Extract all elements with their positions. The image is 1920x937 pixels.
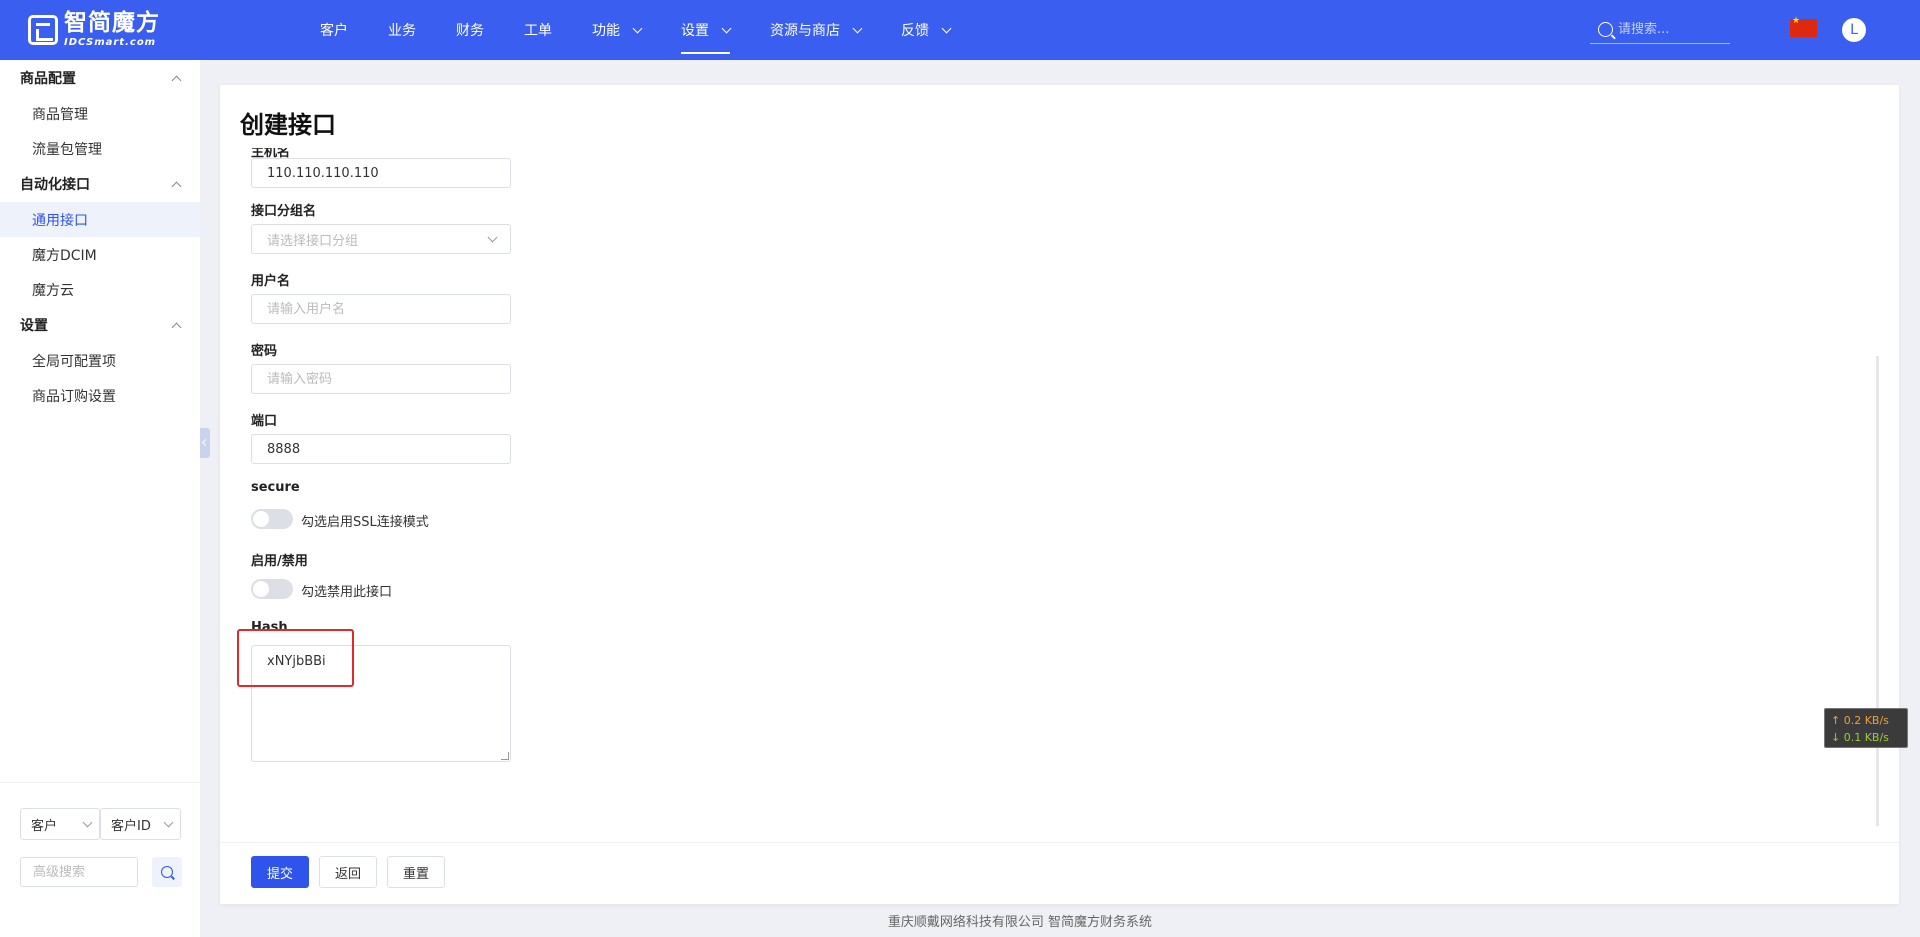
host-input[interactable]	[251, 158, 511, 188]
sidebar-item-label: 商品管理	[32, 106, 88, 123]
chevron-up-icon	[171, 322, 182, 332]
nav-label: 功能	[592, 23, 620, 39]
advanced-search-input[interactable]	[20, 857, 138, 887]
back-button[interactable]: 返回	[319, 856, 377, 888]
form-footer	[220, 842, 1899, 904]
nav-item-business[interactable]: 业务	[368, 0, 436, 60]
chevron-down-icon	[941, 23, 952, 33]
group-select[interactable]: 请选择接口分组	[251, 224, 511, 254]
sidebar: 商品配置 商品管理 流量包管理 自动化接口 通用接口 魔方DCIM 魔方云 设置…	[0, 60, 200, 937]
nav-label: 反馈	[901, 23, 929, 39]
page-title: 创建接口	[240, 111, 336, 139]
upload-speed: ↑ 0.2 KB/s	[1831, 714, 1889, 727]
china-flag-icon[interactable]	[1790, 16, 1817, 37]
search-icon	[161, 866, 173, 878]
network-speed-widget: ↑ 0.2 KB/s ↓ 0.1 KB/s	[1824, 708, 1908, 748]
enable-label: 启用/禁用	[251, 554, 308, 569]
logo-title: 智简魔方	[64, 10, 160, 36]
nav-label: 客户	[320, 23, 348, 39]
sidebar-item-global-config[interactable]: 全局可配置项	[0, 343, 200, 378]
sidebar-collapse-handle[interactable]	[200, 428, 210, 458]
nav-label: 工单	[524, 23, 552, 39]
chevron-down-icon	[163, 817, 174, 828]
chevron-up-icon	[171, 75, 182, 85]
enable-toggle[interactable]	[251, 579, 293, 599]
advanced-search-button[interactable]	[152, 857, 182, 887]
sidebar-item-traffic-package[interactable]: 流量包管理	[0, 131, 200, 166]
port-input[interactable]	[251, 434, 511, 464]
chevron-down-icon	[632, 23, 643, 33]
logo-icon	[28, 15, 58, 45]
form-area: 主机名 接口分组名 请选择接口分组 用户名 密码 端口 secure 勾选启用S…	[220, 148, 1899, 828]
sidebar-group-settings[interactable]: 设置	[0, 307, 200, 343]
sidebar-group-title: 设置	[20, 318, 48, 334]
sidebar-item-dcim[interactable]: 魔方DCIM	[0, 237, 200, 272]
sidebar-item-cloud[interactable]: 魔方云	[0, 272, 200, 307]
top-bar: 智简魔方 IDCSmart.com 客户 业务 财务 工单 功能 设置 资源与商…	[0, 0, 1920, 60]
main-nav: 客户 业务 财务 工单 功能 设置 资源与商店 反馈	[300, 0, 970, 60]
search-icon[interactable]	[1598, 22, 1613, 37]
filter-type-select[interactable]: 客户	[20, 808, 100, 840]
nav-item-features[interactable]: 功能	[572, 0, 661, 60]
nav-label: 设置	[681, 23, 709, 39]
filter-field-select[interactable]: 客户ID	[100, 808, 181, 840]
reset-button[interactable]: 重置	[387, 856, 445, 888]
sidebar-group-product-config[interactable]: 商品配置	[0, 60, 200, 96]
sidebar-item-label: 魔方云	[32, 282, 74, 299]
secure-toggle-text: 勾选启用SSL连接模式	[301, 515, 429, 530]
nav-item-finance[interactable]: 财务	[436, 0, 504, 60]
chevron-down-icon	[82, 817, 93, 828]
nav-item-feedback[interactable]: 反馈	[881, 0, 970, 60]
header-search-input[interactable]	[1618, 22, 1728, 37]
hash-highlight-box	[237, 629, 354, 687]
sidebar-item-order-settings[interactable]: 商品订购设置	[0, 378, 200, 413]
group-select-placeholder: 请选择接口分组	[267, 233, 359, 249]
nav-label: 资源与商店	[770, 23, 840, 39]
sidebar-item-label: 魔方DCIM	[32, 247, 97, 264]
avatar[interactable]: L	[1842, 18, 1866, 42]
logo[interactable]: 智简魔方 IDCSmart.com	[28, 12, 160, 48]
sidebar-divider	[0, 782, 200, 783]
chevron-down-icon	[721, 23, 732, 33]
nav-label: 财务	[456, 23, 484, 39]
footer-copyright: 重庆顺戴网络科技有限公司 智简魔方财务系统	[887, 915, 1153, 930]
filter-field-value: 客户ID	[111, 818, 151, 834]
enable-toggle-text: 勾选禁用此接口	[301, 585, 393, 600]
secure-toggle[interactable]	[251, 509, 293, 529]
sidebar-group-title: 自动化接口	[20, 177, 90, 193]
password-input[interactable]	[251, 364, 511, 394]
nav-item-settings[interactable]: 设置	[661, 0, 750, 60]
port-label: 端口	[251, 414, 278, 429]
nav-label: 业务	[388, 23, 416, 39]
nav-item-tickets[interactable]: 工单	[504, 0, 572, 60]
sidebar-item-label: 流量包管理	[32, 141, 102, 158]
sidebar-item-label: 通用接口	[32, 212, 88, 229]
group-label: 接口分组名	[251, 204, 317, 219]
sidebar-item-label: 商品订购设置	[32, 388, 116, 405]
chevron-down-icon	[852, 23, 863, 33]
password-label: 密码	[251, 344, 278, 359]
create-interface-card: 创建接口 主机名 接口分组名 请选择接口分组 用户名 密码 端口 secure …	[220, 85, 1899, 904]
sidebar-item-general-interface[interactable]: 通用接口	[0, 202, 200, 237]
chevron-up-icon	[171, 181, 182, 191]
username-label: 用户名	[251, 274, 291, 289]
filter-type-value: 客户	[31, 818, 58, 834]
download-speed: ↓ 0.1 KB/s	[1831, 731, 1889, 744]
resize-handle-icon[interactable]	[501, 752, 509, 760]
header-search	[1590, 16, 1730, 44]
username-input[interactable]	[251, 294, 511, 324]
nav-item-customers[interactable]: 客户	[300, 0, 368, 60]
sidebar-group-automation-interface[interactable]: 自动化接口	[0, 166, 200, 202]
form-scrollbar[interactable]	[1876, 356, 1879, 826]
submit-button[interactable]: 提交	[251, 856, 309, 888]
nav-item-resources-store[interactable]: 资源与商店	[750, 0, 881, 60]
sidebar-group-title: 商品配置	[20, 71, 76, 87]
chevron-down-icon	[487, 232, 498, 243]
sidebar-item-label: 全局可配置项	[32, 353, 116, 370]
logo-subtitle: IDCSmart.com	[64, 37, 157, 48]
secure-label: secure	[251, 480, 300, 495]
sidebar-item-product-management[interactable]: 商品管理	[0, 96, 200, 131]
